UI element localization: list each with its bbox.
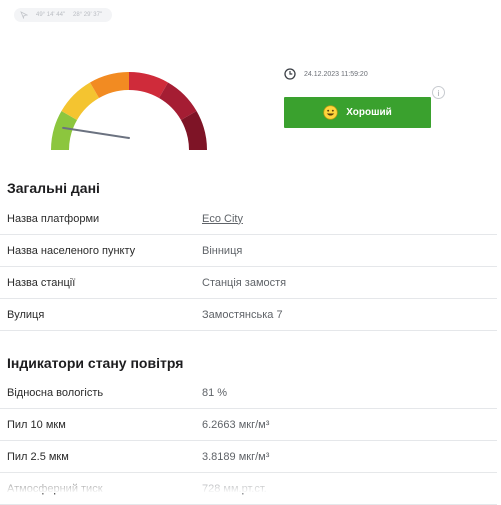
air-section-title: Індикатори стану повітря [7, 355, 184, 371]
latitude: 49° 14' 44" [36, 12, 66, 18]
general-table: Назва платформи Eco City Назва населеног… [0, 203, 497, 331]
row-value: 81 % [202, 386, 228, 399]
row-key: Пил 10 мкм [7, 418, 66, 431]
row-key: Відносна вологість [7, 386, 104, 399]
table-row: Назва населеного пункту Вінниця [0, 235, 497, 267]
row-value: Вінниця [202, 244, 243, 257]
row-value: Замостянська 7 [202, 308, 283, 321]
timestamp: 24.12.2023 11:59:20 [304, 70, 368, 78]
row-key: Пил 2.5 мкм [7, 450, 69, 463]
status-label: Хороший [346, 107, 392, 118]
air-quality-status-badge: Хороший [284, 97, 431, 128]
platform-link[interactable]: Eco City [202, 213, 243, 225]
gauge-segment [90, 72, 130, 99]
row-value: 6.2663 мкг/м³ [202, 418, 270, 431]
clock-icon [284, 68, 296, 80]
general-section-title: Загальні дані [7, 180, 100, 196]
coordinates-pill: 49° 14' 44" 28° 29' 37" [14, 8, 113, 22]
row-key: Вулиця [7, 308, 45, 321]
row-key: Назва платформи [7, 212, 100, 225]
table-row: Вулиця Замостянська 7 [0, 299, 497, 331]
row-value: 3.8189 мкг/м³ [202, 450, 270, 463]
longitude: 28° 29' 37" [73, 12, 103, 18]
row-key: Назва станції [7, 276, 76, 289]
row-key: Назва населеного пункту [7, 244, 136, 257]
table-row: Назва станції Станція замостя [0, 267, 497, 299]
table-row: Пил 2.5 мкм 3.8189 мкг/м³ [0, 441, 497, 473]
air-table: Відносна вологість 81 % Пил 10 мкм 6.266… [0, 377, 497, 505]
info-icon[interactable]: i [432, 86, 445, 99]
gauge-segment [51, 111, 78, 151]
location-icon [20, 11, 28, 19]
table-row: Назва платформи Eco City [0, 203, 497, 235]
table-row: Атмосферний тиск 728 мм.рт.ст. [0, 473, 497, 505]
table-row: Відносна вологість 81 % [0, 377, 497, 409]
timestamp-row: 24.12.2023 11:59:20 [284, 68, 368, 80]
row-value: Станція замостя [202, 276, 287, 289]
aqi-gauge [51, 72, 207, 151]
gauge-needle [62, 126, 130, 139]
gauge-segment [61, 82, 100, 121]
gauge-segment [158, 82, 197, 121]
gauge-segment [128, 72, 168, 99]
happy-face-icon [323, 105, 338, 120]
gauge-segment [180, 111, 207, 151]
table-row: Пил 10 мкм 6.2663 мкг/м³ [0, 409, 497, 441]
